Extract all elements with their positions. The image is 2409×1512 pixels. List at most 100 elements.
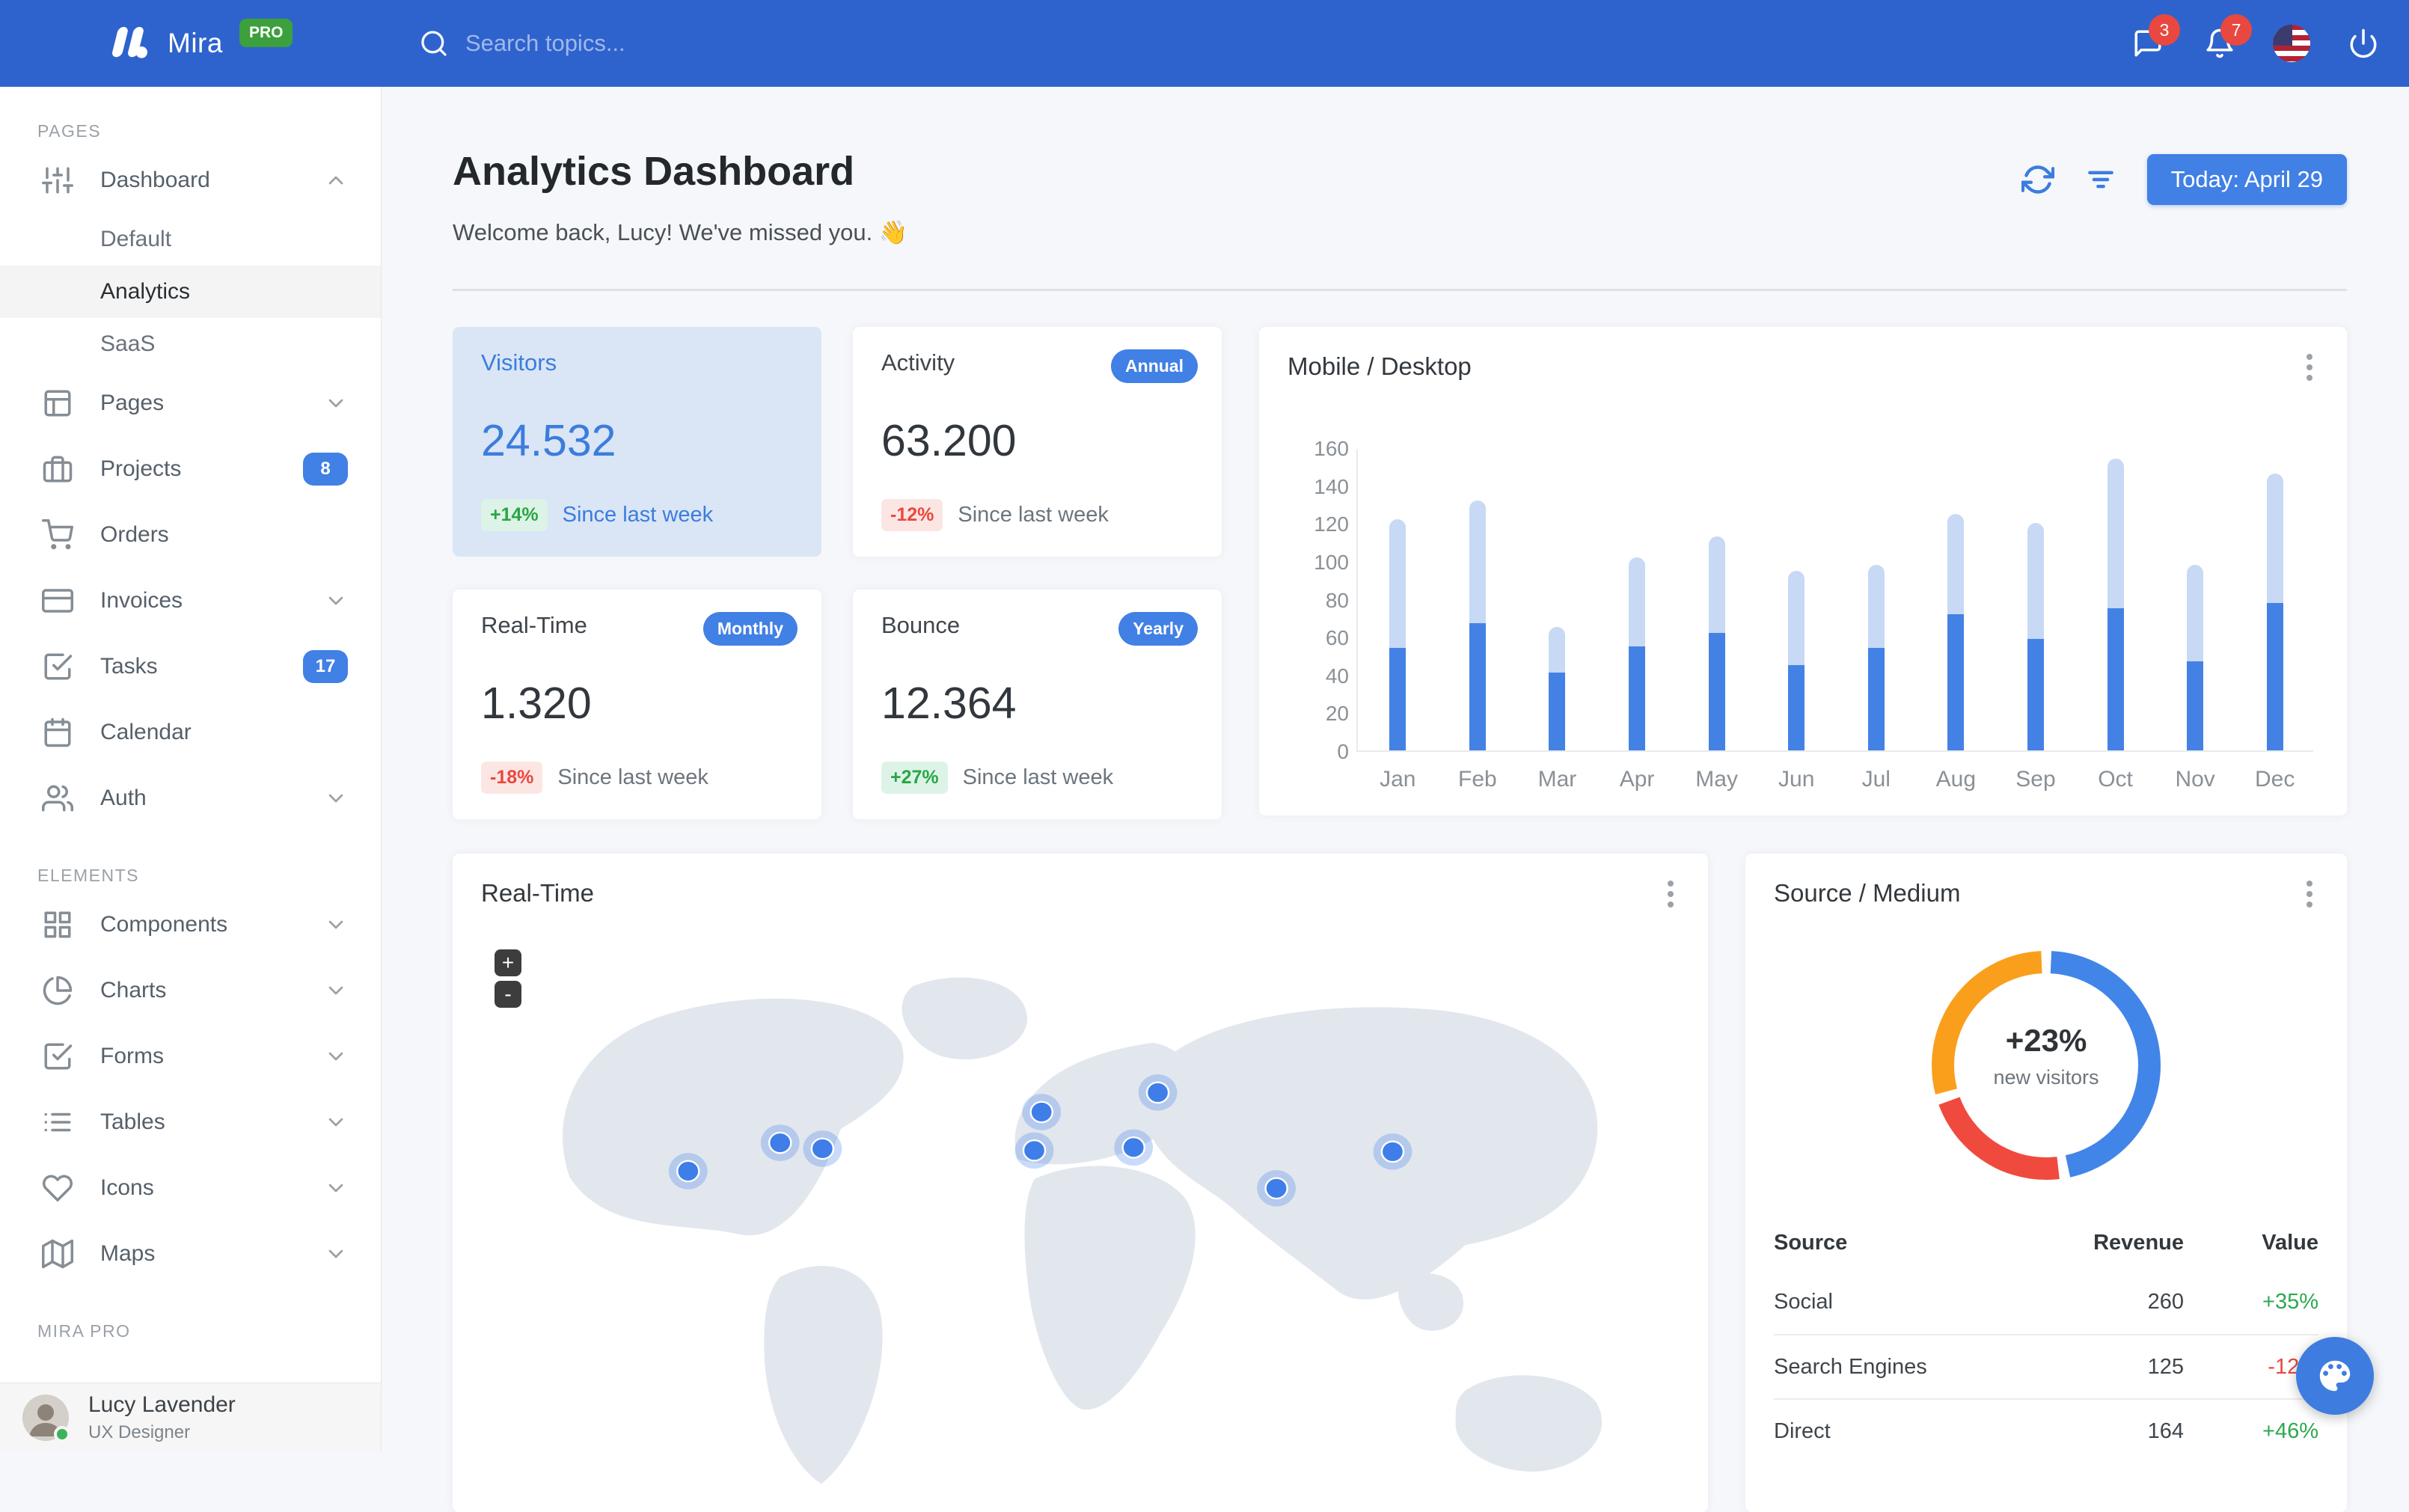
bar-segment-desktop: [1708, 536, 1725, 634]
sidebar-section-label: MIRA PRO: [37, 1321, 131, 1341]
cell-value: +46%: [2262, 1418, 2318, 1443]
notifications-button[interactable]: 7: [2195, 14, 2252, 68]
bar-segment-mobile: [1629, 646, 1646, 750]
bar-segment-mobile: [1549, 673, 1566, 750]
x-axis-label: May: [1695, 767, 1738, 792]
stat-card-activity: Activity Annual 63.200 -12% Since last w…: [853, 327, 1222, 557]
period-badge[interactable]: Yearly: [1118, 612, 1198, 646]
map-marker-2: [760, 1124, 800, 1161]
user-name: Lucy Lavender: [88, 1392, 236, 1417]
sidebar-item-forms[interactable]: Forms: [0, 1023, 381, 1089]
sidebar-subitem-default[interactable]: Default: [0, 213, 381, 266]
messages-count-badge: 3: [2149, 14, 2180, 46]
language-button[interactable]: [2267, 19, 2316, 68]
sidebar-item-pages[interactable]: Pages: [0, 370, 381, 436]
refresh-button[interactable]: [2021, 163, 2054, 196]
y-axis-tick-label: 140: [1314, 474, 1349, 498]
sidebar-item-label: Projects: [100, 456, 182, 481]
table-row-direct: Direct 164 +46%: [1774, 1398, 2318, 1463]
chevron-up-icon: [324, 168, 348, 192]
period-badge[interactable]: Monthly: [703, 612, 798, 646]
sidebar-item-label: Pages: [100, 391, 165, 415]
x-axis-label: Oct: [2098, 767, 2133, 792]
stat-note: Since last week: [557, 765, 708, 789]
stat-delta-badge: +27%: [881, 762, 948, 794]
sign-out-button[interactable]: [2339, 19, 2388, 68]
bar-may: May: [1677, 536, 1757, 792]
sidebar-item-components[interactable]: Components: [0, 892, 381, 958]
theme-settings-fab[interactable]: [2296, 1337, 2374, 1415]
palette-icon: [2315, 1356, 2355, 1396]
bar-segment-desktop: [2187, 564, 2204, 662]
bar-jan: Jan: [1358, 519, 1438, 792]
chart-title: Mobile / Desktop: [1288, 352, 1472, 380]
sidebar-section-label: PAGES: [37, 121, 102, 141]
sidebar-user[interactable]: Lucy Lavender UX Designer: [0, 1383, 381, 1451]
sidebar-item-auth[interactable]: Auth: [0, 765, 381, 831]
sidebar-item-dashboard[interactable]: Dashboard: [0, 147, 381, 213]
brand[interactable]: Mira PRO: [103, 0, 293, 87]
sidebar-item-tables[interactable]: Tables: [0, 1089, 381, 1155]
bar-segment-desktop: [1788, 570, 1805, 666]
x-axis-label: Sep: [2015, 767, 2056, 792]
bar-segment-desktop: [2107, 459, 2124, 609]
period-badge[interactable]: Annual: [1111, 349, 1198, 383]
sidebar-item-projects[interactable]: Projects 8: [0, 436, 381, 502]
sidebar-subitem-saas[interactable]: SaaS: [0, 318, 381, 370]
stat-card-realtime: Real-Time Monthly 1.320 -18% Since last …: [453, 590, 821, 819]
top-navbar: Mira PRO 3 7: [0, 0, 2409, 87]
bar-segment-desktop: [1629, 557, 1646, 646]
x-axis-label: Nov: [2175, 767, 2215, 792]
filter-button[interactable]: [2084, 163, 2117, 196]
chevron-down-icon: [324, 1044, 348, 1068]
x-axis-label: Feb: [1458, 767, 1497, 792]
chart-menu-button[interactable]: [2292, 346, 2327, 388]
chevron-down-icon: [324, 391, 348, 415]
sidebar-section-label: ELEMENTS: [37, 866, 139, 885]
search-input[interactable]: [465, 30, 854, 57]
filter-icon: [2084, 163, 2117, 196]
page-title: Analytics Dashboard: [453, 149, 855, 194]
sidebar-item-calendar[interactable]: Calendar: [0, 700, 381, 765]
pro-badge: PRO: [239, 19, 293, 47]
sidebar-item-invoices[interactable]: Invoices: [0, 568, 381, 634]
chevron-down-icon: [324, 1176, 348, 1200]
bar-segment-desktop: [1469, 500, 1486, 624]
chevron-down-icon: [324, 979, 348, 1003]
sidebar-item-label: Tables: [100, 1109, 165, 1134]
sidebar: PAGES Dashboard Default Analytics SaaS Pages P…: [0, 87, 382, 1451]
check-square-icon: [42, 1041, 73, 1072]
power-icon: [2348, 28, 2379, 59]
user-role: UX Designer: [88, 1421, 191, 1442]
map-menu-button[interactable]: [1653, 873, 1689, 915]
sidebar-item-maps[interactable]: Maps: [0, 1221, 381, 1287]
date-range-button[interactable]: Today: April 29: [2146, 154, 2347, 205]
header-actions: Today: April 29: [2021, 154, 2347, 205]
sidebar-item-orders[interactable]: Orders: [0, 502, 381, 568]
bar-segment-mobile: [1788, 665, 1805, 750]
stat-title: Visitors: [481, 349, 557, 376]
world-map[interactable]: [475, 936, 1686, 1512]
sidebar-item-charts[interactable]: Charts: [0, 958, 381, 1023]
page-subtitle: Welcome back, Lucy! We've missed you. 👋: [453, 219, 908, 245]
cell-source: Search Engines: [1774, 1354, 1927, 1379]
sidebar-item-tasks[interactable]: Tasks 17: [0, 634, 381, 700]
sidebar-item-label: Components: [100, 912, 228, 937]
table-row-social: Social 260 +35%: [1774, 1270, 2318, 1334]
messages-button[interactable]: 3: [2123, 14, 2180, 68]
bar-segment-desktop: [2266, 474, 2283, 603]
bar-jun: Jun: [1757, 570, 1837, 792]
sidebar-item-icons[interactable]: Icons: [0, 1155, 381, 1221]
shopping-cart-icon: [42, 519, 73, 551]
sidebar-subitem-analytics[interactable]: Analytics: [0, 266, 381, 318]
source-medium-menu-button[interactable]: [2292, 873, 2327, 915]
map-marker-6: [1114, 1129, 1154, 1166]
map-icon: [42, 1238, 73, 1270]
source-table: Source Revenue Value Social 260 +35% Search En…: [1774, 1216, 2318, 1463]
cell-value: +35%: [2262, 1289, 2318, 1314]
column-header-value: Value: [2262, 1230, 2318, 1255]
bar-aug: Aug: [1916, 513, 1996, 792]
map-marker-7: [1138, 1074, 1178, 1111]
stat-note: Since last week: [958, 503, 1109, 527]
bar-segment-desktop: [2027, 523, 2044, 639]
